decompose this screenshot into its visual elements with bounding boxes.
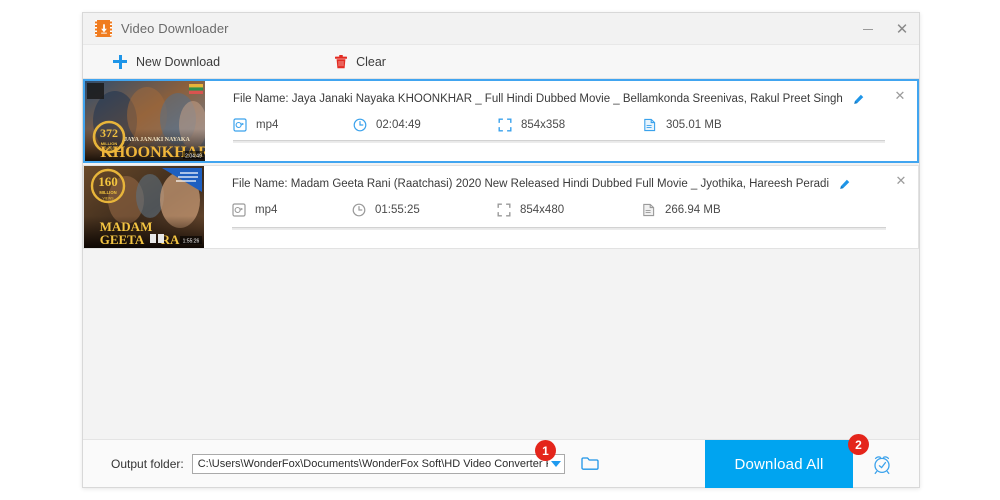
file-size-icon [643,203,655,217]
thumbnail-art: 372 MILLION VIEWS JAYA JANAKI NAYAKA KHO… [85,81,205,161]
file-name-row: File Name: Jaya Janaki Nayaka KHOONKHAR … [233,93,917,105]
svg-text:2:04:49: 2:04:49 [185,153,202,159]
pencil-icon [854,94,864,104]
clock-icon [353,118,367,132]
format-value: mp4 [255,204,278,216]
file-format-icon [232,203,246,217]
download-arrow-icon [100,23,107,34]
size-cell: 266.94 MB [642,203,782,217]
bottom-bar: Output folder: C:\Users\WonderFox\Docume… [83,439,919,488]
remove-item-button[interactable]: ✕ [892,172,910,190]
clear-label: Clear [356,54,386,69]
row-meta: mp4 01:55:25 854x480 266.94 MB [232,203,918,217]
svg-text:160: 160 [98,174,118,189]
window-controls: ✕ [851,13,919,45]
size-cell: 305.01 MB [643,118,783,132]
file-size-icon [644,118,656,132]
close-icon: ✕ [895,19,909,38]
annotation-badge-1: 1 [535,440,556,461]
download-list-area: 372 MILLION VIEWS JAYA JANAKI NAYAKA KHO… [83,79,919,439]
resolution-value: 854x480 [520,204,565,216]
duration-value: 02:04:49 [376,119,421,131]
close-button[interactable]: ✕ [885,13,919,45]
duration-value: 01:55:25 [375,204,420,216]
file-name-text: File Name: Jaya Janaki Nayaka KHOONKHAR … [233,93,843,105]
window-title: Video Downloader [121,21,229,36]
folder-icon [581,457,599,470]
row-meta: mp4 02:04:49 854x358 305.01 MB [233,118,917,132]
resolution-cell: 854x358 [498,118,643,132]
output-folder-label: Output folder: [111,456,184,471]
browse-folder-button[interactable] [579,454,601,474]
output-folder-value: C:\Users\WonderFox\Documents\WonderFox S… [197,457,548,470]
new-download-label: New Download [136,54,221,69]
alarm-clock-icon [874,456,890,475]
chevron-down-icon [550,460,561,467]
file-name-text: File Name: Madam Geeta Rani (Raatchasi) … [232,178,830,190]
svg-text:JAYA JANAKI NAYAKA: JAYA JANAKI NAYAKA [124,137,190,143]
annotation-badge-2: 2 [848,434,869,455]
size-value: 266.94 MB [665,204,721,216]
video-thumbnail: 372 MILLION VIEWS JAYA JANAKI NAYAKA KHO… [85,81,205,161]
svg-text:MILLION: MILLION [99,190,116,195]
format-value: mp4 [256,119,279,131]
video-thumbnail: 160 MILLION VIEWS MADAM GEETA RA 1:55:26 [84,166,204,248]
thumbnail-art: 160 MILLION VIEWS MADAM GEETA RA 1:55:26 [84,166,204,248]
resolution-icon [498,118,512,132]
clock-icon [352,203,366,217]
svg-text:1:55:26: 1:55:26 [183,238,200,244]
minimize-icon [863,28,873,30]
resolution-cell: 854x480 [497,203,642,217]
plus-icon [113,54,127,69]
download-all-label: Download All [734,455,824,473]
svg-text:GEETA: GEETA [100,232,145,247]
format-cell: mp4 [232,203,352,217]
screen: Video Downloader ✕ New Download Clear 37… [0,0,1000,500]
download-list: 372 MILLION VIEWS JAYA JANAKI NAYAKA KHO… [83,79,919,249]
file-format-icon [233,118,247,132]
film-perforation-right [110,20,112,37]
progress-bar [232,227,886,230]
table-row[interactable]: 372 MILLION VIEWS JAYA JANAKI NAYAKA KHO… [83,79,919,163]
trash-icon [335,54,348,68]
output-folder-input[interactable]: C:\Users\WonderFox\Documents\WonderFox S… [191,453,565,474]
duration-cell: 01:55:25 [352,203,497,217]
duration-cell: 02:04:49 [353,118,498,132]
resolution-value: 854x358 [521,119,566,131]
table-row[interactable]: 160 MILLION VIEWS MADAM GEETA RA 1:55:26 [83,165,919,249]
row-details: File Name: Madam Geeta Rani (Raatchasi) … [204,166,918,248]
remove-item-button[interactable]: ✕ [891,87,909,105]
video-downloader-window: Video Downloader ✕ New Download Clear 37… [82,12,920,488]
download-all-button[interactable]: Download All [705,440,853,488]
edit-file-name-button[interactable] [853,94,864,105]
edit-file-name-button[interactable] [839,179,850,190]
resolution-icon [497,203,511,217]
svg-text:372: 372 [100,126,118,140]
row-details: File Name: Jaya Janaki Nayaka KHOONKHAR … [205,81,917,161]
new-download-button[interactable]: New Download [113,45,220,78]
title-bar: Video Downloader ✕ [83,13,919,45]
clear-button[interactable]: Clear [335,45,386,78]
toolbar: New Download Clear [83,45,919,79]
svg-text:VIEWS: VIEWS [103,197,115,201]
file-name-row: File Name: Madam Geeta Rani (Raatchasi) … [232,178,918,190]
format-cell: mp4 [233,118,353,132]
size-value: 305.01 MB [666,119,722,131]
minimize-button[interactable] [851,13,885,45]
video-download-icon [95,20,112,37]
pencil-icon [840,179,850,189]
progress-bar [233,140,885,143]
film-perforation-left [95,20,97,37]
